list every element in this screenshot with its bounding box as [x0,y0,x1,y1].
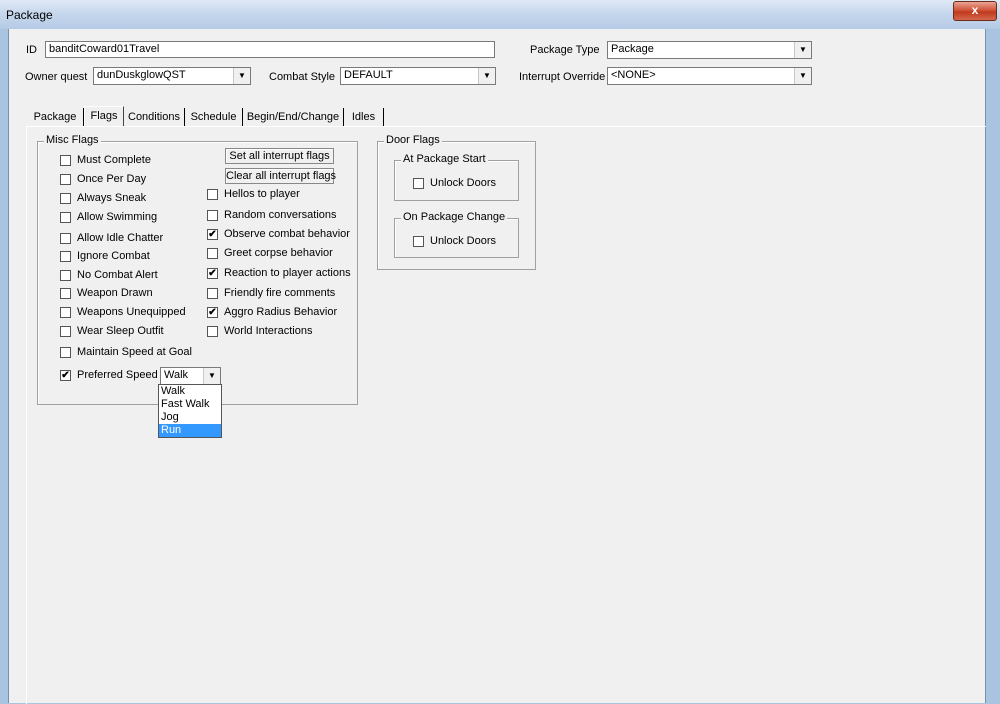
checkbox-box[interactable] [60,233,71,244]
checkbox-box[interactable] [60,174,71,185]
preferred-speed-select[interactable]: Walk ▼ [160,367,221,385]
tab-label: Conditions [128,111,180,123]
on-package-change-title: On Package Change [401,211,508,223]
chevron-down-icon[interactable]: ▼ [233,68,250,84]
checkbox-box[interactable] [60,212,71,223]
checkbox-label: Aggro Radius Behavior [224,306,338,318]
checkbox-label: Always Sneak [77,192,147,204]
checkbox-box[interactable]: ✔ [60,370,71,381]
chevron-down-icon[interactable]: ▼ [203,368,220,384]
chevron-down-icon[interactable]: ▼ [794,68,811,84]
checkbox-box[interactable] [207,189,218,200]
checkbox-box[interactable] [60,326,71,337]
set-all-interrupt-flags-button[interactable]: Set all interrupt flags [225,148,334,164]
checkbox-box[interactable] [60,307,71,318]
checkbox-label: Unlock Doors [430,177,497,189]
combat-style-label: Combat Style [269,71,336,83]
checkbox-label: Observe combat behavior [224,228,350,240]
combat-style-value: DEFAULT [344,69,393,81]
chevron-down-icon[interactable]: ▼ [478,68,495,84]
id-value: banditCoward01Travel [49,43,160,55]
owner-quest-select[interactable]: dunDuskglowQST ▼ [93,67,251,85]
chevron-down-icon[interactable]: ▼ [794,42,811,58]
checkbox-box[interactable] [60,155,71,166]
misc-flags-group: Misc Flags Must Complete Once Per Day Al… [37,134,358,405]
checkbox-label: Allow Idle Chatter [77,232,164,244]
id-label: ID [26,44,37,56]
checkbox-label: Hellos to player [224,188,300,200]
checkbox-label: Unlock Doors [430,235,497,247]
tab-schedule[interactable]: Schedule [185,108,243,126]
id-field[interactable]: banditCoward01Travel [45,41,495,58]
checkbox-box[interactable] [60,347,71,358]
checkbox-box[interactable]: ✔ [207,229,218,240]
checkbox-box[interactable] [60,193,71,204]
owner-quest-value: dunDuskglowQST [97,69,186,81]
preferred-speed-dropdown-list: Walk Fast Walk Jog Run [158,384,222,438]
package-type-value: Package [611,43,654,55]
checkbox-label: Wear Sleep Outfit [77,325,164,337]
tab-label: Flags [90,110,118,122]
tab-idles[interactable]: Idles [344,108,384,126]
window-title: Package [6,8,53,22]
checkbox-label: Weapon Drawn [77,287,153,299]
at-package-start-title: At Package Start [401,153,488,165]
checkbox-box[interactable] [60,270,71,281]
checkbox-label: Ignore Combat [77,250,150,262]
speed-option-jog[interactable]: Jog [159,411,221,424]
checkbox-label: Greet corpse behavior [224,247,333,259]
checkbox-label: Must Complete [77,154,151,166]
combat-style-select[interactable]: DEFAULT ▼ [340,67,496,85]
on-package-change-group: On Package Change Unlock Doors [394,211,519,258]
checkbox-box[interactable] [413,178,424,189]
misc-flags-title: Misc Flags [44,134,101,146]
checkbox-label: World Interactions [224,325,313,337]
at-package-start-group: At Package Start Unlock Doors [394,153,519,201]
checkbox-box[interactable] [413,236,424,247]
tab-label: Idles [351,111,376,123]
checkbox-box[interactable]: ✔ [207,268,218,279]
tab-flags[interactable]: Flags [84,106,124,127]
tab-label: Schedule [190,111,237,123]
package-type-label: Package Type [530,44,600,56]
tab-package[interactable]: Package [27,108,84,126]
checkbox-box[interactable] [207,326,218,337]
close-icon: x [971,3,979,17]
checkbox-box[interactable] [60,288,71,299]
package-type-select[interactable]: Package ▼ [607,41,812,59]
close-button[interactable]: x [953,1,997,21]
interrupt-override-value: <NONE> [611,69,656,81]
checkbox-label: Random conversations [224,209,337,221]
door-flags-title: Door Flags [384,134,442,146]
checkbox-label: Preferred Speed [77,369,158,381]
checkbox-box[interactable] [207,288,218,299]
clear-all-interrupt-flags-button[interactable]: Clear all interrupt flags [225,168,336,184]
speed-option-run[interactable]: Run [159,424,221,437]
checkbox-box[interactable] [207,248,218,259]
tab-label: Package [33,111,77,123]
checkbox-label: Reaction to player actions [224,267,351,279]
title-bar: Package x [0,0,1000,29]
tab-begin-end-change[interactable]: Begin/End/Change [243,108,344,126]
tab-conditions[interactable]: Conditions [124,108,185,126]
owner-quest-label: Owner quest [25,71,88,83]
checkbox-label: Friendly fire comments [224,287,336,299]
speed-option-walk[interactable]: Walk [159,385,221,398]
speed-option-fast-walk[interactable]: Fast Walk [159,398,221,411]
dialog-client: ID banditCoward01Travel Package Type Pac… [8,29,986,704]
checkbox-label: Once Per Day [77,173,147,185]
preferred-speed-value: Walk [164,369,189,381]
checkbox-label: Allow Swimming [77,211,158,223]
checkbox-box[interactable] [207,210,218,221]
checkbox-label: No Combat Alert [77,269,158,281]
checkbox-box[interactable]: ✔ [207,307,218,318]
tab-label: Begin/End/Change [246,111,340,123]
door-flags-group: Door Flags At Package Start Unlock Doors… [377,134,536,270]
checkbox-label: Weapons Unequipped [77,306,186,318]
interrupt-override-select[interactable]: <NONE> ▼ [607,67,812,85]
interrupt-override-label: Interrupt Override [519,71,606,83]
checkbox-label: Maintain Speed at Goal [77,346,192,358]
checkbox-box[interactable] [60,251,71,262]
